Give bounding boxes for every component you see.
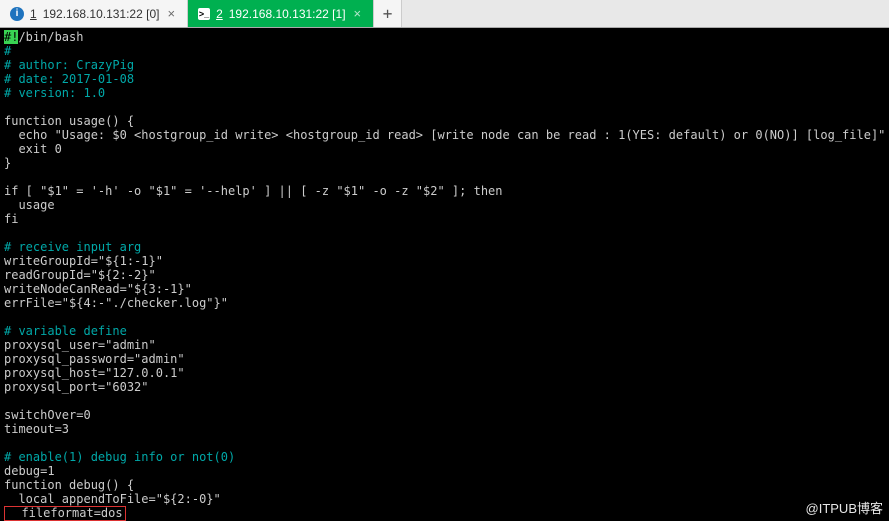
code-line: # author: CrazyPig: [4, 58, 134, 72]
tab-session-1[interactable]: >_ 2 192.168.10.131:22 [1] ×: [188, 0, 374, 27]
code-line: fi: [4, 212, 18, 226]
code-line: # receive input arg: [4, 240, 141, 254]
code-line: errFile="${4:-"./checker.log"}": [4, 296, 228, 310]
code-line: proxysql_port="6032": [4, 380, 149, 394]
code-line: if [ "$1" = '-h' -o "$1" = '--help' ] ||…: [4, 184, 503, 198]
terminal-content[interactable]: #!/bin/bash # # author: CrazyPig # date:…: [0, 28, 889, 521]
tab-bar: i 1 192.168.10.131:22 [0] × >_ 2 192.168…: [0, 0, 889, 28]
code-line: proxysql_user="admin": [4, 338, 156, 352]
code-line: # enable(1) debug info or not(0): [4, 450, 235, 464]
info-icon: i: [10, 7, 24, 21]
tab-label: 192.168.10.131:22 [1]: [229, 7, 346, 21]
code-line: echo "Usage: $0 <hostgroup_id write> <ho…: [4, 128, 885, 142]
tab-bar-spacer: [402, 0, 889, 27]
code-line: switchOver=0: [4, 408, 91, 422]
code-line: usage: [4, 198, 55, 212]
code-line: }: [4, 156, 11, 170]
tab-number: 2: [216, 7, 223, 21]
fileformat-status: fileformat=dos: [4, 506, 126, 521]
tab-session-0[interactable]: i 1 192.168.10.131:22 [0] ×: [0, 0, 188, 27]
code-line: # date: 2017-01-08: [4, 72, 134, 86]
close-icon[interactable]: ×: [165, 7, 177, 20]
code-line: writeGroupId="${1:-1}": [4, 254, 163, 268]
code-line: exit 0: [4, 142, 62, 156]
code-line: function usage() {: [4, 114, 134, 128]
code-line: writeNodeCanRead="${3:-1}": [4, 282, 192, 296]
code-line: readGroupId="${2:-2}": [4, 268, 156, 282]
code-line: proxysql_password="admin": [4, 352, 185, 366]
tab-label: 192.168.10.131:22 [0]: [43, 7, 160, 21]
code-line: timeout=3: [4, 422, 69, 436]
code-line: #: [4, 44, 11, 58]
code-line: local appendToFile="${2:-0}": [4, 492, 221, 506]
tab-number: 1: [30, 7, 37, 21]
new-tab-button[interactable]: +: [374, 0, 402, 27]
shebang-highlight: #!: [4, 30, 18, 44]
close-icon[interactable]: ×: [352, 7, 364, 20]
code-line: # variable define: [4, 324, 127, 338]
code-line: /bin/bash: [18, 30, 83, 44]
code-line: debug=1: [4, 464, 55, 478]
terminal-icon: >_: [198, 8, 210, 20]
code-line: proxysql_host="127.0.0.1": [4, 366, 185, 380]
code-line: function debug() {: [4, 478, 134, 492]
watermark: @ITPUB博客: [806, 498, 883, 517]
code-line: # version: 1.0: [4, 86, 105, 100]
